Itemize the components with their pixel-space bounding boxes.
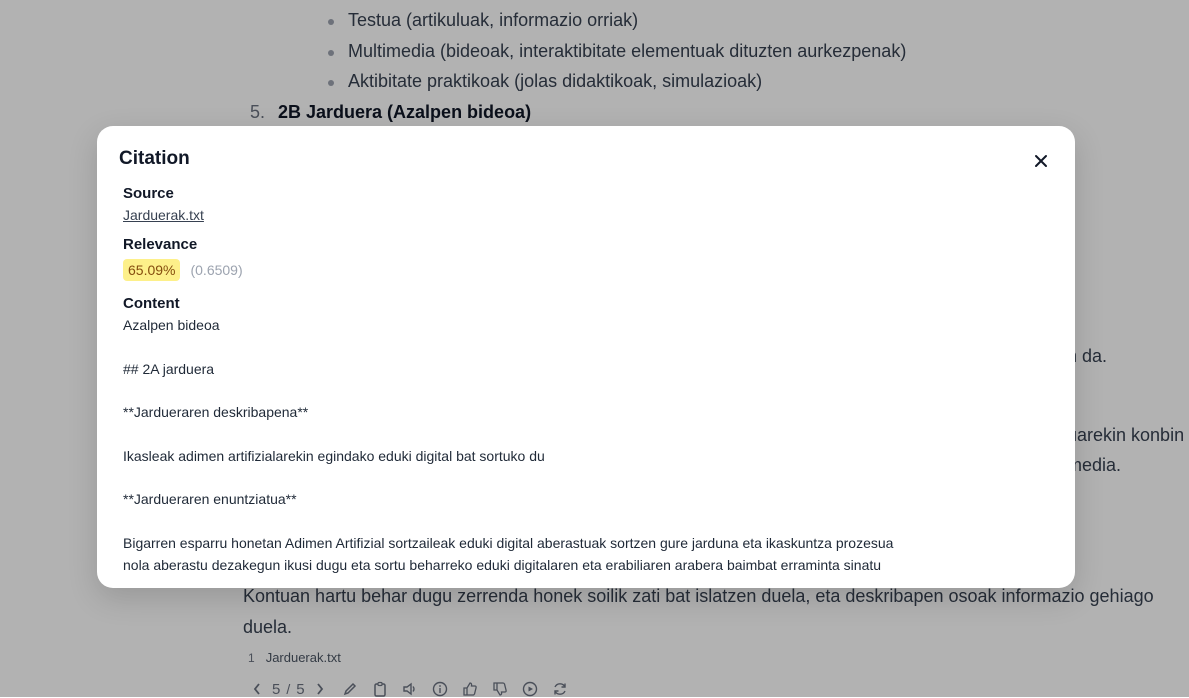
source-label: Source — [123, 185, 174, 202]
relevance-row: 65.09% (0.6509) — [123, 259, 1049, 281]
content-line: ## 2A jarduera — [123, 360, 215, 377]
relevance-badge: 65.09% — [123, 259, 181, 281]
content-blank-line — [123, 336, 1049, 358]
content-line: Ikasleak adimen artifizialarekin egindak… — [123, 447, 545, 464]
modal-title: Citation — [119, 148, 190, 169]
content-line: Azalpen bideoa — [123, 317, 220, 333]
relevance-label: Relevance — [123, 236, 198, 253]
close-button[interactable] — [1030, 150, 1052, 172]
citation-content: Azalpen bideoa ## 2A jarduera **Jarduerare… — [123, 314, 1049, 576]
content-blank-line — [123, 423, 1049, 445]
source-link[interactable]: Jarduerak.txt — [123, 204, 204, 226]
content-line: Bigarren esparru honetan Adimen Artifizi… — [123, 534, 894, 551]
content-blank-line — [123, 380, 1049, 402]
relevance-score: (0.6509) — [190, 262, 243, 278]
content-label: Content — [123, 295, 180, 312]
content-line: **Jardueraren deskribapena** — [123, 404, 309, 420]
content-line: **Jardueraren enuntziatua** — [123, 491, 297, 507]
citation-body[interactable]: Source Jarduerak.txt Relevance 65.09% (0… — [123, 184, 1049, 588]
content-line: nola aberastu dezakegun ikusi dugu eta s… — [123, 556, 882, 573]
citation-modal: Citation Source Jarduerak.txt Relevance … — [97, 126, 1075, 588]
close-icon — [1035, 155, 1047, 167]
content-blank-line — [123, 510, 1049, 532]
content-blank-line — [123, 467, 1049, 489]
